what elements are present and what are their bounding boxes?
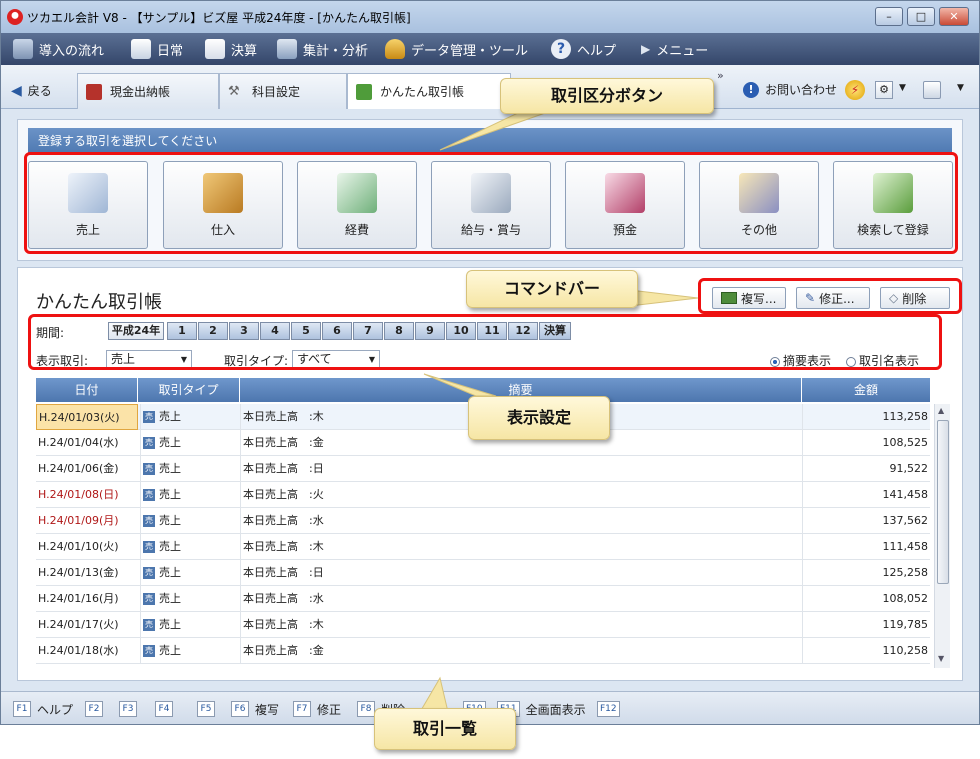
callout-pointer: [439, 111, 549, 151]
callout-pointer: [423, 373, 497, 397]
callout-category-buttons: 取引区分ボタン: [500, 78, 714, 114]
callout-transaction-list: 取引一覧: [374, 708, 516, 750]
callout-pointer: [419, 676, 449, 713]
callout-command-bar: コマンドバー: [466, 270, 638, 308]
callout-display-settings: 表示設定: [468, 396, 610, 440]
callout-pointer: [629, 289, 699, 307]
callout-pointers: [419, 111, 699, 713]
